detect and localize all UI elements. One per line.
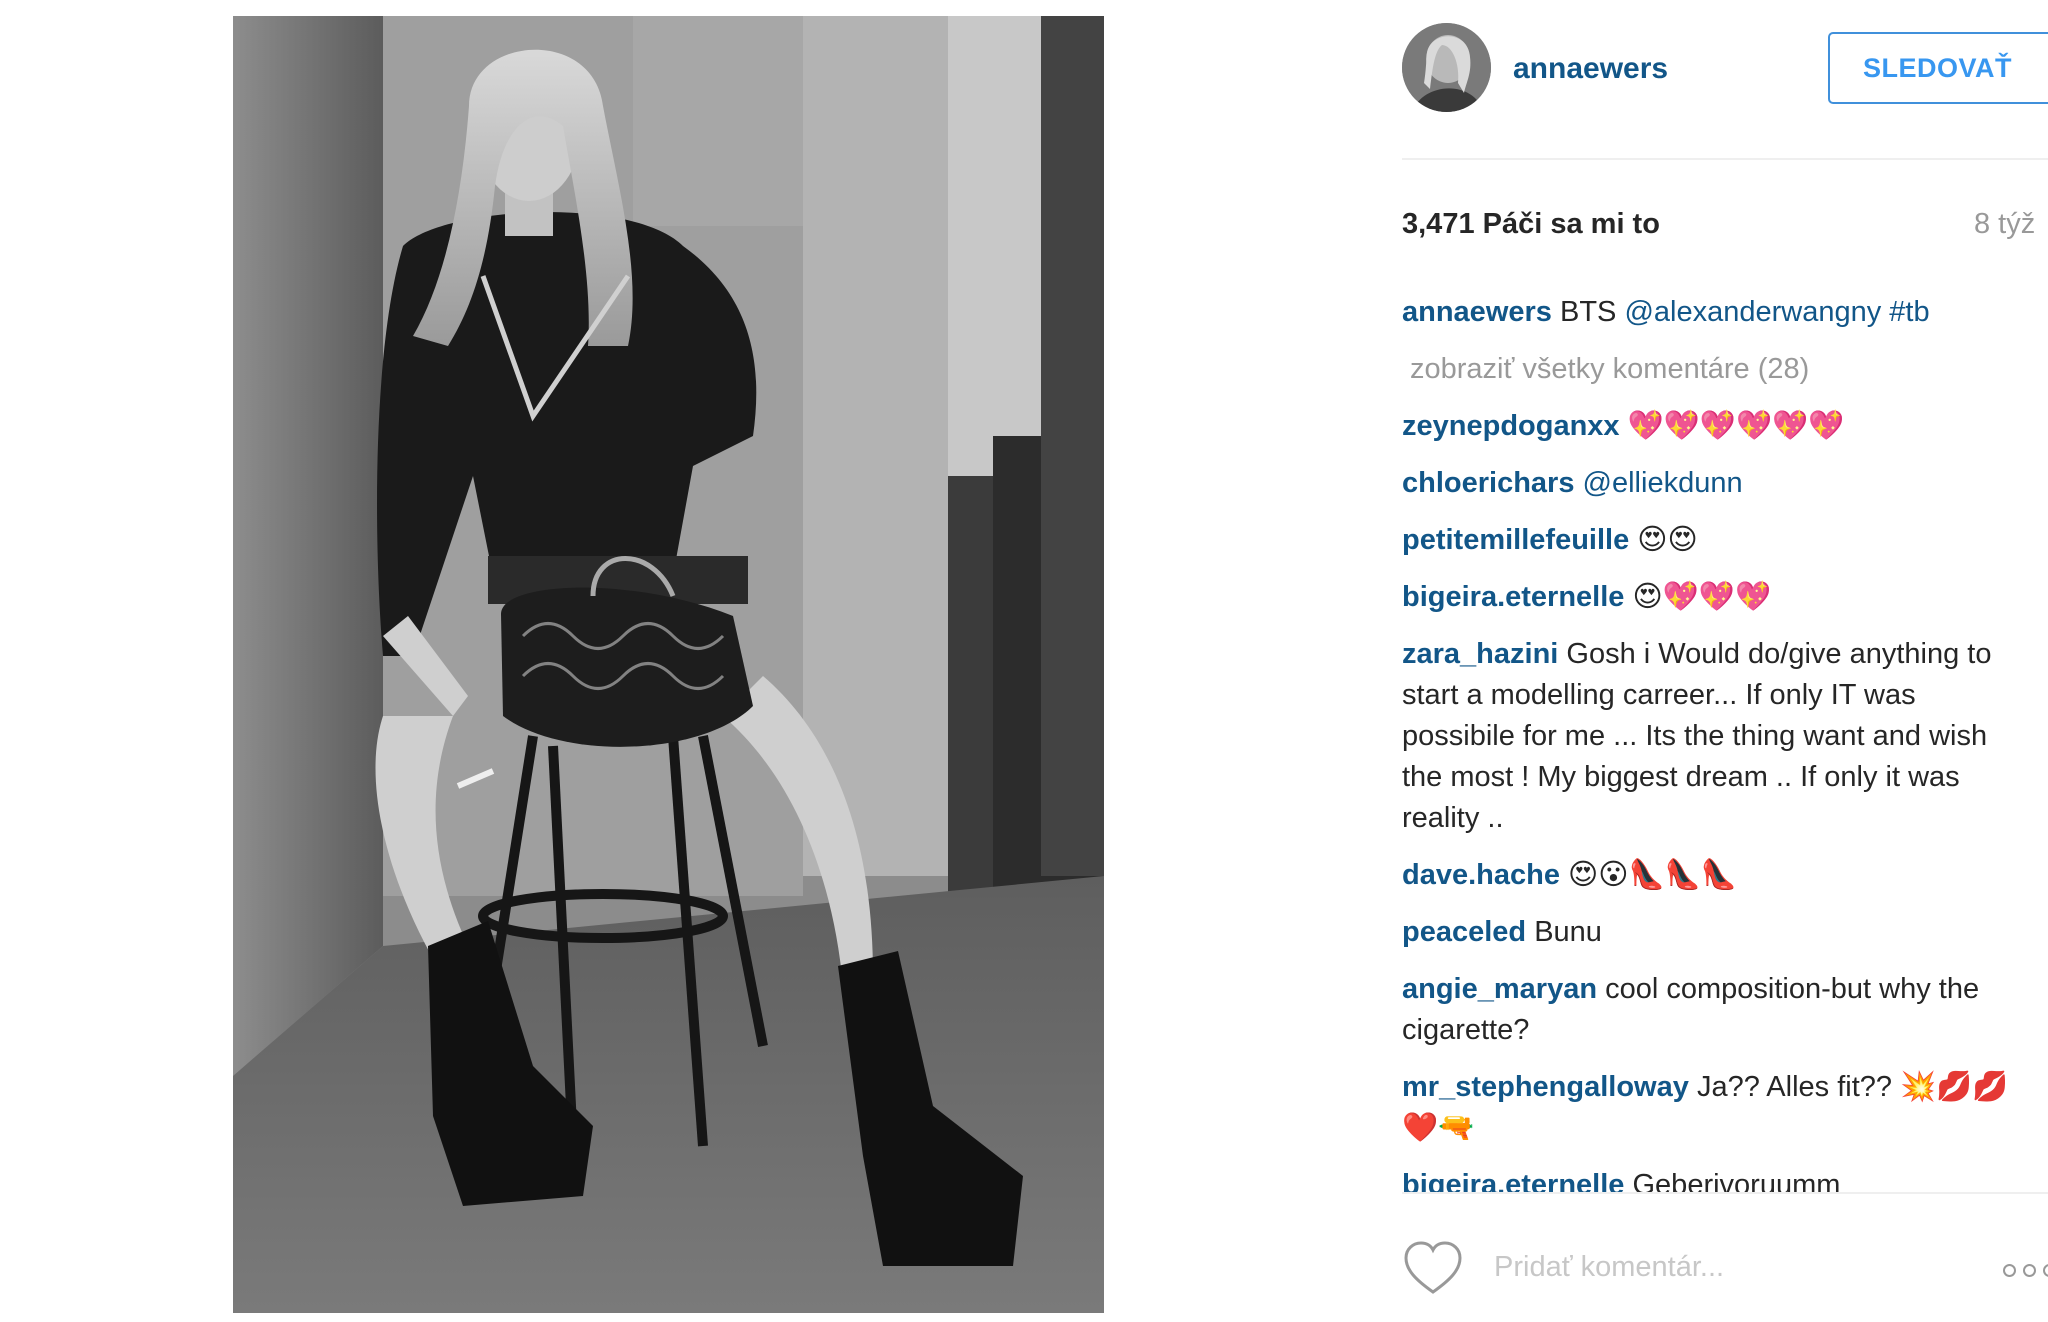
comment-username[interactable]: bigeira.eternelle: [1402, 581, 1624, 613]
likes-count[interactable]: 3,471 Páči sa mi to: [1402, 208, 1660, 241]
comment-username[interactable]: mr_stephengalloway: [1402, 1071, 1689, 1103]
comment-username[interactable]: peaceled: [1402, 916, 1526, 948]
username-link[interactable]: annaewers: [1513, 52, 1668, 86]
comment-username[interactable]: dave.hache: [1402, 859, 1560, 891]
comment-item: bigeira.eternelle Geberivoruumm: [1402, 1165, 2014, 1192]
likes-row: 3,471 Páči sa mi to 8 týž: [1402, 208, 2048, 248]
comment-text: 😍😍: [1637, 524, 1698, 556]
more-options-icon[interactable]: [2003, 1264, 2048, 1278]
caption: annaewers BTS @alexanderwangny #tb: [1402, 292, 2014, 333]
comment-username[interactable]: angie_maryan: [1402, 973, 1597, 1005]
divider: [1402, 1192, 2048, 1194]
comment-item: petitemillefeuille 😍😍: [1402, 520, 2014, 561]
divider: [1402, 158, 2048, 160]
comments-list: annaewers BTS @alexanderwangny #tb zobra…: [1402, 292, 2014, 1192]
comment-text: 💖💖💖💖💖💖: [1627, 410, 1845, 442]
caption-mention[interactable]: @alexanderwangny: [1624, 296, 1881, 328]
avatar-image: [1402, 23, 1491, 112]
caption-text: BTS: [1559, 296, 1625, 328]
caption-username[interactable]: annaewers: [1402, 296, 1552, 328]
comment-username[interactable]: zara_hazini: [1402, 638, 1558, 670]
post-photo[interactable]: [233, 16, 1104, 1313]
post-sidebar: annaewers SLEDOVAŤ 3,471 Páči sa mi to 8…: [1402, 0, 2048, 1322]
comment-username[interactable]: chloerichars: [1402, 467, 1574, 499]
comment-item: chloerichars @elliekdunn: [1402, 463, 2014, 504]
comment-item: mr_stephengalloway Ja?? Alles fit?? 💥💋💋❤…: [1402, 1067, 2014, 1149]
post-actions: [1402, 1240, 2048, 1304]
avatar[interactable]: [1402, 23, 1491, 112]
post-timestamp[interactable]: 8 týž: [1974, 208, 2035, 241]
comment-item: zara_hazini Gosh i Would do/give anythin…: [1402, 634, 2014, 839]
heart-icon[interactable]: [1402, 1240, 1464, 1296]
comment-item: zeynepdoganxx 💖💖💖💖💖💖: [1402, 406, 2014, 447]
comment-item: peaceled Bunu: [1402, 912, 2014, 953]
comment-item: angie_maryan cool composition-but why th…: [1402, 969, 2014, 1051]
post-header: annaewers SLEDOVAŤ: [1402, 20, 2048, 130]
view-all-comments-link[interactable]: zobraziť všetky komentáre (28): [1410, 349, 2014, 390]
post-photo-image: [233, 16, 1104, 1313]
comment-username[interactable]: petitemillefeuille: [1402, 524, 1629, 556]
follow-button[interactable]: SLEDOVAŤ: [1828, 32, 2048, 104]
comment-text: Geberivoruumm: [1632, 1169, 1841, 1192]
comment-text: Bunu: [1534, 916, 1602, 948]
comment-username[interactable]: bigeira.eternelle: [1402, 1169, 1624, 1192]
comment-text: 😍💖💖💖: [1632, 581, 1772, 613]
comment-mention[interactable]: @elliekdunn: [1583, 467, 1743, 499]
comment-item: bigeira.eternelle 😍💖💖💖: [1402, 577, 2014, 618]
comment-item: dave.hache 😍😮👠👠👠: [1402, 855, 2014, 896]
caption-hashtag[interactable]: #tb: [1889, 296, 1929, 328]
comment-text: 😍😮👠👠👠: [1568, 859, 1737, 891]
comment-username[interactable]: zeynepdoganxx: [1402, 410, 1620, 442]
add-comment-input[interactable]: [1492, 1244, 1916, 1290]
